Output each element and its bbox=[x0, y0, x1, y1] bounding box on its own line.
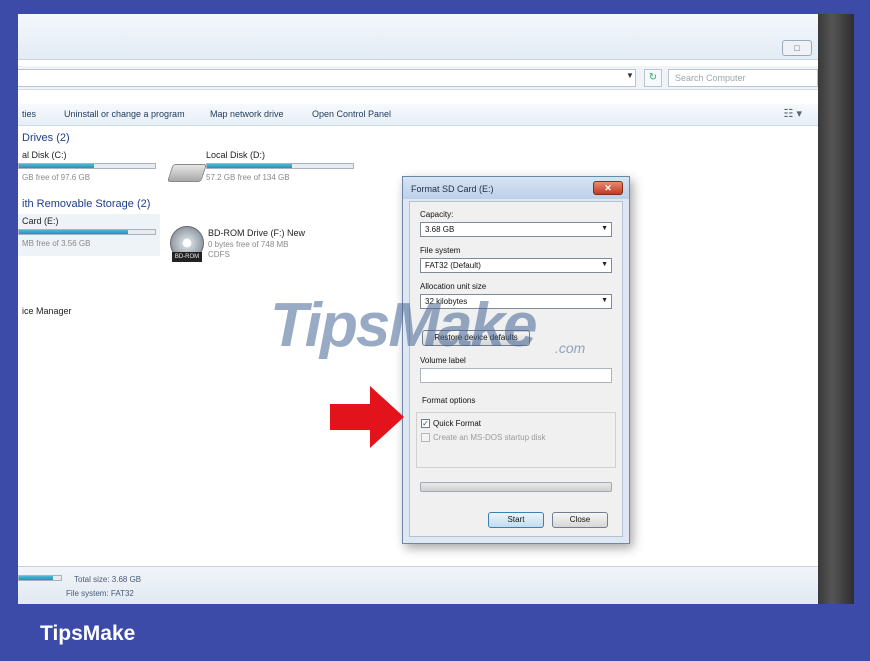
red-arrow-icon bbox=[330, 386, 404, 448]
search-input[interactable]: Search Computer bbox=[668, 69, 818, 87]
usage-fill bbox=[19, 230, 128, 234]
hard-drives-heading: Drives (2) bbox=[22, 132, 70, 144]
close-button[interactable]: Close bbox=[552, 512, 608, 528]
usage-fill bbox=[19, 576, 53, 580]
dialog-body: Capacity: 3.68 GB ▼ File system FAT32 (D… bbox=[409, 201, 623, 537]
drive-file-system: CDFS bbox=[208, 250, 230, 259]
status-bar: Total size: 3.68 GB File system: FAT32 bbox=[18, 566, 818, 604]
drive-free-space: MB free of 3.56 GB bbox=[22, 239, 91, 248]
maximize-button[interactable]: □ bbox=[782, 40, 812, 56]
monitor-bezel bbox=[818, 14, 854, 604]
quick-format-label: Quick Format bbox=[433, 419, 482, 428]
status-total-size: Total size: 3.68 GB bbox=[74, 575, 142, 584]
toolbar-properties-button[interactable]: ties bbox=[22, 109, 36, 119]
status-usage-bar bbox=[18, 575, 62, 581]
file-system-value: FAT32 (Default) bbox=[425, 261, 481, 270]
watermark: TipsMake bbox=[270, 291, 537, 360]
usage-fill bbox=[19, 164, 94, 168]
capacity-value: 3.68 GB bbox=[425, 225, 455, 234]
volume-label-input[interactable] bbox=[420, 368, 612, 383]
arrow-shape bbox=[330, 386, 404, 448]
format-options-group: ✓ Quick Format Create an MS-DOS startup … bbox=[416, 412, 616, 468]
removable-storage-heading: ith Removable Storage (2) bbox=[22, 198, 151, 210]
chevron-down-icon[interactable]: ▼ bbox=[626, 71, 634, 80]
chevron-down-icon: ▼ bbox=[601, 225, 608, 232]
drive-name: Card (E:) bbox=[22, 216, 59, 226]
format-progress-bar bbox=[420, 482, 612, 492]
brand-logo-text: TipsMake bbox=[40, 622, 136, 645]
drive-free-space: 57.2 GB free of 134 GB bbox=[206, 173, 290, 182]
drive-usage-bar bbox=[206, 163, 354, 169]
chevron-down-icon: ▼ bbox=[601, 297, 608, 304]
dialog-title: Format SD Card (E:) bbox=[411, 184, 494, 194]
drive-usage-bar bbox=[18, 163, 156, 169]
file-system-label: File system bbox=[420, 246, 461, 255]
drive-name: al Disk (C:) bbox=[22, 150, 67, 160]
bd-rom-tag: BD-ROM bbox=[172, 252, 202, 262]
capacity-label: Capacity: bbox=[420, 210, 454, 219]
toolbar-map-drive-button[interactable]: Map network drive bbox=[210, 109, 284, 119]
status-file-system: File system: FAT32 bbox=[66, 589, 134, 598]
device-manager-item[interactable]: ice Manager bbox=[22, 306, 72, 316]
address-field[interactable] bbox=[18, 69, 636, 87]
drive-free-space: 0 bytes free of 748 MB bbox=[208, 240, 289, 249]
msdos-startup-label: Create an MS-DOS startup disk bbox=[433, 433, 546, 442]
format-options-label: Format options bbox=[422, 396, 476, 405]
address-bar: ▼ ↻ Search Computer bbox=[18, 66, 818, 90]
view-options-icon[interactable]: ☷ ▾ bbox=[784, 107, 802, 120]
capacity-select[interactable]: 3.68 GB ▼ bbox=[420, 222, 612, 237]
watermark-suffix: .com bbox=[555, 340, 586, 356]
drive-usage-bar bbox=[18, 229, 156, 235]
start-button[interactable]: Start bbox=[488, 512, 544, 528]
explorer-titlebar: □ bbox=[18, 14, 818, 60]
usage-fill bbox=[207, 164, 292, 168]
msdos-startup-checkbox[interactable] bbox=[421, 433, 430, 442]
toolbar-control-panel-button[interactable]: Open Control Panel bbox=[312, 109, 391, 119]
refresh-icon[interactable]: ↻ bbox=[644, 69, 662, 87]
drive-e-sd-card[interactable]: Card (E:) MB free of 3.56 GB bbox=[18, 214, 160, 256]
chevron-down-icon: ▼ bbox=[601, 261, 608, 268]
toolbar-uninstall-button[interactable]: Uninstall or change a program bbox=[64, 109, 185, 119]
hard-disk-icon bbox=[167, 164, 207, 182]
dialog-titlebar: Format SD Card (E:) ✕ bbox=[403, 177, 629, 199]
close-icon[interactable]: ✕ bbox=[593, 181, 623, 195]
drive-free-space: GB free of 97.6 GB bbox=[22, 173, 91, 182]
drive-name: Local Disk (D:) bbox=[206, 150, 266, 160]
file-system-select[interactable]: FAT32 (Default) ▼ bbox=[420, 258, 612, 273]
quick-format-checkbox[interactable]: ✓ bbox=[421, 419, 430, 428]
drive-name: BD-ROM Drive (F:) New bbox=[208, 228, 305, 238]
command-toolbar: ties Uninstall or change a program Map n… bbox=[18, 104, 818, 126]
